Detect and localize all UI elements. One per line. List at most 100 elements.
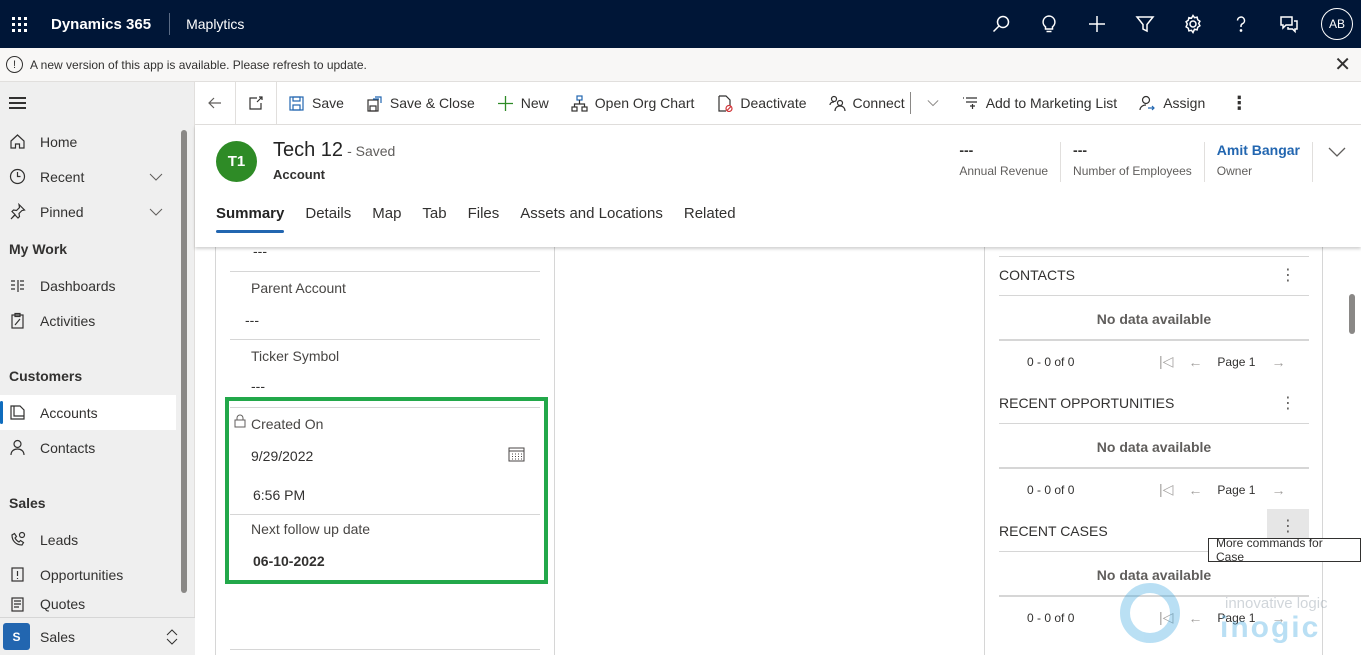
next-page-icon[interactable]: →: [1271, 354, 1285, 370]
opportunity-icon: [11, 567, 24, 582]
area-label: Sales: [40, 628, 76, 645]
tab-assets-and-locations[interactable]: Assets and Locations: [520, 205, 663, 233]
new-button[interactable]: [1073, 0, 1121, 48]
area-badge: S: [3, 623, 30, 650]
sidebar-item-contacts[interactable]: Contacts: [0, 430, 176, 465]
tab-summary[interactable]: Summary: [216, 205, 285, 233]
field-value: ---: [1073, 142, 1088, 158]
sidebar-item-opportunities[interactable]: Opportunities: [0, 557, 176, 592]
open-in-new-window-button[interactable]: [236, 81, 277, 125]
button-label: New: [520, 95, 549, 111]
first-page-icon[interactable]: |◁: [1159, 609, 1173, 626]
subgrid-more-commands-button[interactable]: ⋮: [1267, 258, 1309, 292]
back-button[interactable]: [195, 81, 236, 125]
previous-page-icon[interactable]: ←: [1188, 482, 1202, 498]
sidebar-item-dashboards[interactable]: Dashboards: [0, 268, 176, 303]
divider: [999, 423, 1309, 424]
settings-button[interactable]: [1169, 0, 1217, 48]
app-name[interactable]: Maplytics: [186, 16, 244, 32]
button-label: Add to Marketing List: [985, 95, 1118, 111]
next-page-icon[interactable]: →: [1271, 482, 1285, 498]
sidebar-item-home[interactable]: Home: [0, 124, 176, 159]
highlight-box: [225, 397, 548, 584]
chevron-down-icon[interactable]: [149, 170, 163, 184]
parent-account-value[interactable]: ---: [245, 312, 259, 328]
record-title: Tech 12- Saved: [273, 139, 395, 162]
new-record-button[interactable]: New: [486, 82, 560, 125]
form-tabs: Summary Details Map Tab Files Assets and…: [216, 205, 757, 233]
chevron-down-icon[interactable]: [149, 205, 163, 219]
first-page-icon[interactable]: |◁: [1159, 353, 1173, 370]
app-launcher-button[interactable]: [0, 0, 38, 48]
brand-name[interactable]: Dynamics 365: [51, 16, 151, 33]
divider: [999, 595, 1309, 597]
save-and-close-button[interactable]: Save & Close: [355, 82, 486, 125]
sidebar-item-quotes[interactable]: Quotes: [0, 592, 176, 612]
chevron-down-icon: [927, 100, 939, 107]
page-scrollbar[interactable]: [1349, 294, 1355, 334]
tab-tab[interactable]: Tab: [422, 205, 446, 233]
record-entity: Account: [273, 167, 325, 182]
home-icon: [10, 134, 25, 149]
header-field-number-of-employees[interactable]: --- Number of Employees: [1061, 142, 1205, 182]
save-close-icon: [367, 95, 382, 112]
filter-button[interactable]: [1121, 0, 1169, 48]
notification-bar: ! A new version of this app is available…: [0, 48, 1361, 82]
marketing-list-icon: [962, 96, 977, 109]
record-header: T1 Tech 12- Saved Account --- Annual Rev…: [195, 125, 1361, 247]
area-switcher[interactable]: S Sales: [0, 617, 195, 655]
subgrid-more-commands-button[interactable]: ⋮: [1267, 386, 1309, 420]
previous-page-icon[interactable]: ←: [1188, 610, 1202, 626]
owner-link[interactable]: Amit Bangar: [1217, 142, 1300, 162]
help-icon: [1236, 16, 1246, 32]
help-button[interactable]: [1217, 0, 1265, 48]
sidebar-item-activities[interactable]: Activities: [0, 303, 176, 338]
tab-related[interactable]: Related: [684, 205, 736, 233]
add-to-marketing-list-button[interactable]: Add to Marketing List: [951, 82, 1129, 125]
chat-button[interactable]: [1265, 0, 1313, 48]
subgrid-record-count: 0 - 0 of 0: [1027, 611, 1075, 625]
lightbulb-button[interactable]: [1025, 0, 1073, 48]
sidebar-scrollbar[interactable]: [181, 130, 187, 593]
chat-icon: [1280, 16, 1298, 34]
assign-button[interactable]: Assign: [1128, 82, 1216, 125]
tab-details[interactable]: Details: [305, 205, 351, 233]
connect-button[interactable]: Connect: [818, 82, 916, 125]
sidebar-item-pinned[interactable]: Pinned: [0, 194, 176, 229]
more-vertical-icon: ⋮: [1230, 92, 1249, 113]
subgrid-empty-message: No data available: [1096, 567, 1212, 583]
deactivate-icon: [718, 94, 733, 112]
button-label: Save & Close: [389, 95, 475, 111]
tab-map[interactable]: Map: [372, 205, 401, 233]
deactivate-button[interactable]: Deactivate: [705, 82, 817, 125]
next-page-icon[interactable]: →: [1271, 610, 1285, 626]
header-field-annual-revenue[interactable]: --- Annual Revenue: [947, 142, 1062, 182]
hamburger-menu-button[interactable]: [0, 82, 194, 124]
first-page-icon[interactable]: |◁: [1159, 481, 1173, 498]
expand-header-button[interactable]: [1313, 142, 1361, 182]
more-commands-button[interactable]: ⋮: [1216, 93, 1262, 114]
field-label: Ticker Symbol: [251, 348, 340, 364]
search-button[interactable]: [977, 0, 1025, 48]
connect-dropdown-button[interactable]: [915, 82, 951, 125]
header-fields: --- Annual Revenue --- Number of Employe…: [947, 142, 1361, 182]
user-avatar[interactable]: AB: [1321, 8, 1353, 40]
previous-page-icon[interactable]: ←: [1188, 354, 1202, 370]
tab-files[interactable]: Files: [468, 205, 500, 233]
field-value: ---: [959, 142, 974, 158]
sidebar-item-leads[interactable]: Leads: [0, 522, 176, 557]
save-icon: [289, 95, 304, 111]
divider: [999, 295, 1309, 296]
waffle-icon: [11, 16, 27, 32]
open-org-chart-button[interactable]: Open Org Chart: [560, 82, 706, 125]
sidebar-section-sales: Sales: [9, 494, 46, 511]
ticker-symbol-value[interactable]: ---: [251, 378, 265, 394]
org-chart-icon: [571, 94, 588, 112]
save-button[interactable]: Save: [277, 82, 355, 125]
sidebar-item-recent[interactable]: Recent: [0, 159, 176, 194]
sidebar: Home Recent Pinned My Work Dashboards Ac…: [0, 82, 195, 655]
sidebar-item-accounts[interactable]: Accounts: [0, 395, 176, 430]
sidebar-item-label: Quotes: [40, 596, 86, 612]
form-content: --- Parent Account --- Ticker Symbol ---…: [195, 243, 1361, 655]
close-notification-button[interactable]: ✕: [1334, 55, 1351, 75]
